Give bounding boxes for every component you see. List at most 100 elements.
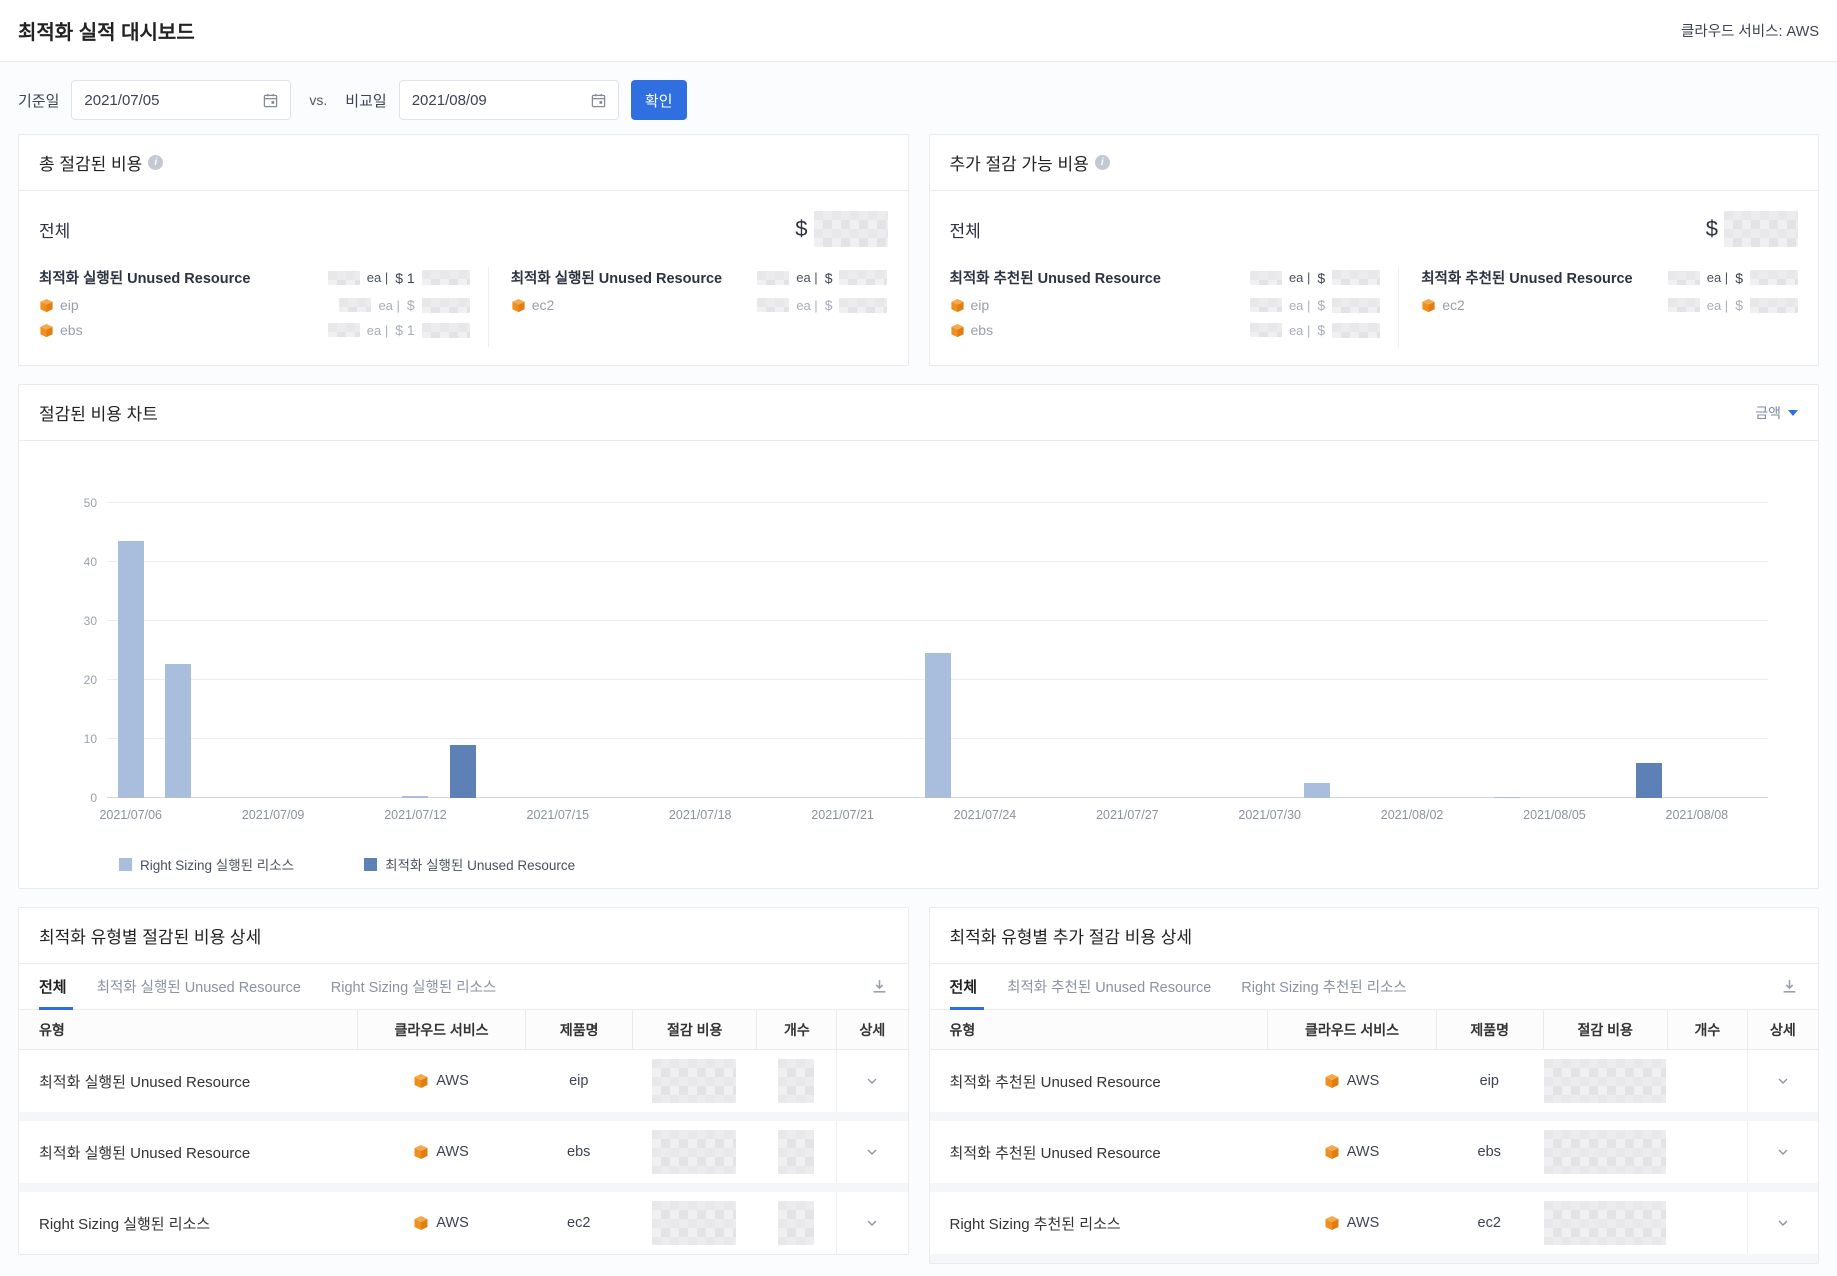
x-axis-label: 2021/07/18 <box>669 808 732 822</box>
chart-bar <box>402 796 428 798</box>
y-axis-label: 20 <box>59 673 97 687</box>
col-cloud: 클라우드 서비스 <box>357 1010 526 1049</box>
info-icon[interactable]: i <box>1095 155 1110 170</box>
unit-suffix: ea | <box>1289 323 1310 338</box>
unit-suffix: ea | <box>1707 270 1728 285</box>
legend-swatch-icon <box>364 858 377 871</box>
table-row: Right Sizing 추천된 리소스 AWS ec2 <box>930 1192 1819 1254</box>
product-item: ebs <box>39 322 83 338</box>
additional-savings-card: 추가 절감 가능 비용i 전체 $ 최적화 추천된 Unused Resourc… <box>929 134 1820 366</box>
x-axis-label: 2021/07/21 <box>811 808 874 822</box>
x-axis-label: 2021/08/08 <box>1666 808 1729 822</box>
col-cost: 절감 비용 <box>632 1010 756 1049</box>
row-type: 최적화 실행된 Unused Resource <box>19 1050 357 1112</box>
cloud-service-value: AWS <box>413 1073 469 1089</box>
tab-unused-resource[interactable]: 최적화 실행된 Unused Resource <box>97 964 301 1009</box>
x-axis-label: 2021/07/15 <box>527 808 590 822</box>
expand-row-button[interactable] <box>1747 1192 1818 1254</box>
unit-dropdown[interactable]: 금액 <box>1755 403 1798 423</box>
unit-suffix: ea | <box>1707 298 1728 313</box>
base-date-input[interactable]: 2021/07/05 <box>71 80 291 120</box>
amount-prefix: $ <box>825 270 833 286</box>
calendar-icon <box>263 93 278 108</box>
download-icon[interactable] <box>1781 978 1798 995</box>
y-axis-label: 0 <box>59 791 97 805</box>
x-axis-label: 2021/07/27 <box>1096 808 1159 822</box>
download-icon[interactable] <box>871 978 888 995</box>
tab-all[interactable]: 전체 <box>950 964 978 1009</box>
confirm-button[interactable]: 확인 <box>631 80 687 120</box>
product-item: eip <box>950 297 990 313</box>
expand-row-button[interactable] <box>1747 1121 1818 1183</box>
expand-row-button[interactable] <box>836 1050 907 1112</box>
aws-cube-icon <box>1421 298 1436 313</box>
x-axis-label: 2021/07/09 <box>242 808 305 822</box>
unit-suffix: ea | <box>796 270 817 285</box>
redacted-count <box>757 271 789 285</box>
product-item: ec2 <box>1421 297 1465 313</box>
table-row: Right Sizing 실행된 리소스 AWS ec2 <box>19 1192 908 1254</box>
active-tab-underline <box>39 1007 73 1010</box>
y-axis-label: 50 <box>59 496 97 510</box>
y-axis-label: 40 <box>59 555 97 569</box>
top-header: 최적화 실적 대시보드 클라우드 서비스: AWS <box>0 0 1837 62</box>
col-cloud: 클라우드 서비스 <box>1267 1010 1436 1049</box>
aws-cube-icon <box>413 1144 429 1160</box>
redacted-cost <box>1544 1201 1666 1245</box>
expand-row-button[interactable] <box>836 1121 907 1183</box>
chart-bar <box>118 541 144 798</box>
row-product: ebs <box>525 1121 632 1183</box>
redacted-count <box>778 1201 814 1245</box>
unit-dropdown-label: 금액 <box>1755 403 1781 423</box>
caret-down-icon <box>1788 410 1798 416</box>
col-count: 개수 <box>1667 1010 1747 1049</box>
calendar-icon <box>591 93 606 108</box>
chart-x-labels: 2021/07/062021/07/092021/07/122021/07/15… <box>107 808 1768 824</box>
redacted-total-amount <box>814 211 888 247</box>
amount-prefix: $ <box>1317 270 1325 286</box>
legend-swatch-icon <box>119 858 132 871</box>
tab-right-sizing[interactable]: Right Sizing 추천된 리소스 <box>1241 964 1406 1009</box>
product-item: ebs <box>950 322 994 338</box>
unit-suffix: ea | <box>796 298 817 313</box>
tab-unused-resource[interactable]: 최적화 추천된 Unused Resource <box>1007 964 1211 1009</box>
compare-date-input[interactable]: 2021/08/09 <box>399 80 619 120</box>
amount-prefix: $ <box>1317 322 1325 338</box>
redacted-count <box>778 1130 814 1174</box>
redacted-cost <box>1544 1059 1666 1103</box>
card-title: 추가 절감 가능 비용i <box>950 150 1110 175</box>
chart-legend: Right Sizing 실행된 리소스 최적화 실행된 Unused Reso… <box>119 854 1818 874</box>
summary-group: 최적화 실행된 Unused Resource ea |$ 1 eip ea |… <box>39 267 489 347</box>
row-product: ec2 <box>525 1192 632 1254</box>
info-icon[interactable]: i <box>148 155 163 170</box>
redacted-count <box>328 323 360 337</box>
chevron-down-icon <box>864 1073 880 1089</box>
unit-suffix: ea | <box>1289 298 1310 313</box>
gridline <box>107 561 1768 562</box>
compare-date-label: 비교일 <box>345 90 386 111</box>
cloud-service-value: AWS <box>413 1215 469 1231</box>
amount-prefix: $ <box>1735 297 1743 313</box>
col-product: 제품명 <box>1436 1010 1543 1049</box>
dashboard-page: 최적화 실적 대시보드 클라우드 서비스: AWS 기준일 2021/07/05… <box>0 0 1837 1276</box>
tab-right-sizing[interactable]: Right Sizing 실행된 리소스 <box>331 964 496 1009</box>
redacted-count <box>1250 323 1282 337</box>
group-name: 최적화 실행된 Unused Resource <box>511 267 722 288</box>
redacted-amount <box>1332 323 1380 338</box>
row-separator <box>930 1112 1819 1121</box>
redacted-cost <box>652 1059 736 1103</box>
expand-row-button[interactable] <box>1747 1050 1818 1112</box>
amount-prefix: $ <box>1735 270 1743 286</box>
group-name: 최적화 추천된 Unused Resource <box>1421 267 1632 288</box>
amount-prefix: $ <box>825 297 833 313</box>
compare-date-value: 2021/08/09 <box>412 92 487 109</box>
redacted-count <box>757 298 789 312</box>
tab-all[interactable]: 전체 <box>39 964 67 1009</box>
table-row: 최적화 추천된 Unused Resource AWS ebs <box>930 1121 1819 1183</box>
aws-cube-icon <box>1324 1073 1340 1089</box>
chevron-down-icon <box>1775 1215 1791 1231</box>
unit-suffix: ea | <box>1289 270 1310 285</box>
cloud-service-value: AWS <box>1324 1215 1380 1231</box>
legend-item-right-sizing: Right Sizing 실행된 리소스 <box>119 854 294 874</box>
expand-row-button[interactable] <box>836 1192 907 1254</box>
